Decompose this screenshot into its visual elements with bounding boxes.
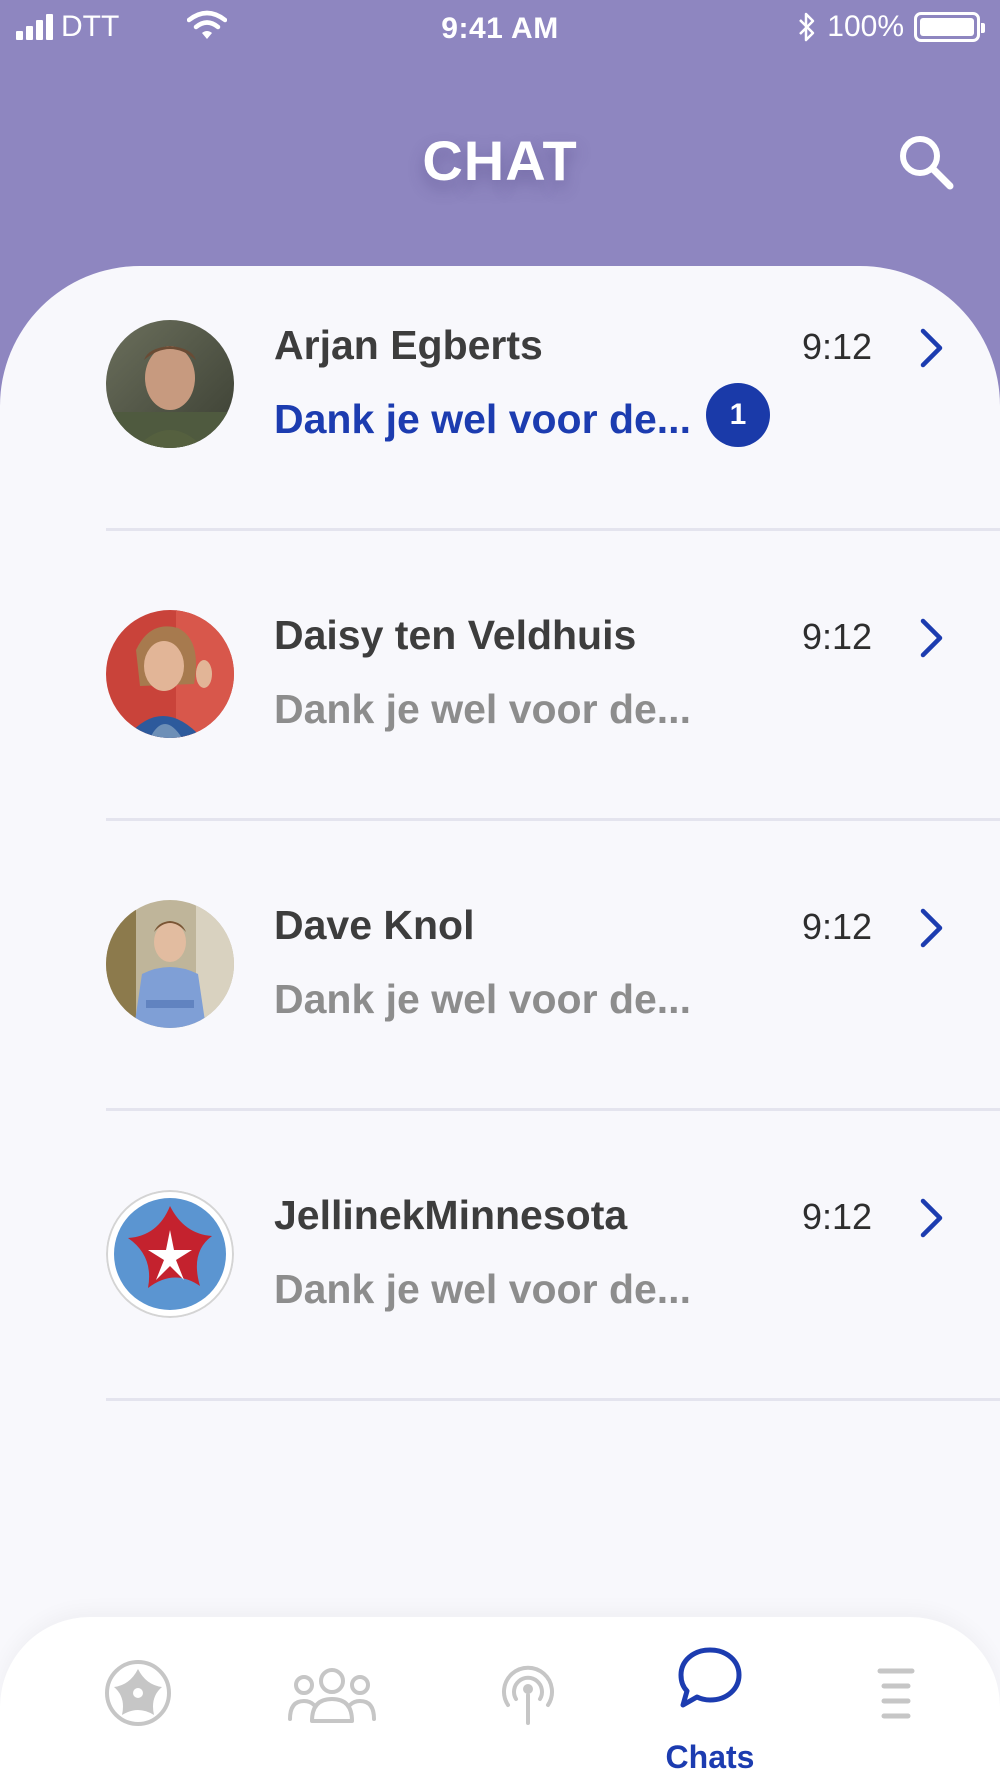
- status-bar: DTT 9:41 AM 100%: [0, 0, 1000, 60]
- divider: [106, 818, 1000, 821]
- contact-name: Dave Knol: [274, 902, 475, 948]
- divider: [106, 1398, 1000, 1401]
- bluetooth-icon: [799, 12, 815, 42]
- contact-name: Arjan Egberts: [274, 322, 543, 368]
- chevron-right-icon: [920, 618, 943, 658]
- search-icon: [900, 136, 954, 190]
- message-time: 9:12: [802, 1196, 873, 1237]
- battery-info: 100%: [797, 10, 985, 44]
- divider: [106, 1108, 1000, 1111]
- message-time: 9:12: [802, 616, 873, 657]
- chat-list-item[interactable]: Daisy ten Veldhuis Dank je wel voor de..…: [0, 556, 1000, 846]
- tab-chats-label: Chats: [665, 1739, 755, 1775]
- tab-broadcast[interactable]: [468, 1617, 588, 1778]
- contact-name: Daisy ten Veldhuis: [274, 612, 637, 658]
- battery-percent: 100%: [827, 10, 904, 43]
- flower-logo-icon: [105, 1660, 171, 1726]
- chat-bubble-icon: [678, 1647, 742, 1708]
- menu-icon: [877, 1668, 915, 1719]
- message-time: 9:12: [802, 906, 873, 947]
- chevron-right-icon: [920, 1198, 943, 1238]
- message-time: 9:12: [802, 326, 873, 367]
- unread-badge: 1: [706, 383, 770, 447]
- tab-home[interactable]: [78, 1617, 198, 1778]
- avatar: [106, 900, 234, 1028]
- chat-list-item[interactable]: JellinekMinnesota Dank je wel voor de...…: [0, 1136, 1000, 1426]
- group-icon: [288, 1668, 376, 1723]
- message-preview: Dank je wel voor de...: [274, 686, 691, 732]
- avatar: [106, 1190, 234, 1318]
- tab-groups[interactable]: [272, 1617, 392, 1778]
- divider: [106, 528, 1000, 531]
- page-title: CHAT: [422, 129, 578, 192]
- avatar: [106, 320, 234, 448]
- chat-list-item[interactable]: Arjan Egberts Dank je wel voor de... 1 9…: [0, 266, 1000, 556]
- message-preview: Dank je wel voor de...: [274, 1266, 691, 1312]
- chat-list: Arjan Egberts Dank je wel voor de... 1 9…: [0, 266, 1000, 1778]
- broadcast-icon: [502, 1665, 554, 1725]
- tab-bar: Chats: [0, 1617, 1000, 1778]
- tab-chats[interactable]: Chats: [640, 1617, 780, 1778]
- message-preview: Dank je wel voor de...: [274, 976, 691, 1022]
- chevron-right-icon: [920, 328, 943, 368]
- avatar: [106, 610, 234, 738]
- message-preview: Dank je wel voor de...: [274, 396, 691, 442]
- tab-menu[interactable]: [836, 1617, 956, 1778]
- chevron-right-icon: [920, 908, 943, 948]
- battery-icon: [914, 12, 985, 42]
- chat-list-item[interactable]: Dave Knol Dank je wel voor de... 9:12: [0, 846, 1000, 1136]
- contact-name: JellinekMinnesota: [274, 1192, 628, 1238]
- search-button[interactable]: [896, 132, 956, 192]
- chat-screen: DTT 9:41 AM 100% CHAT Arjan Egberts Dank…: [0, 0, 1000, 1778]
